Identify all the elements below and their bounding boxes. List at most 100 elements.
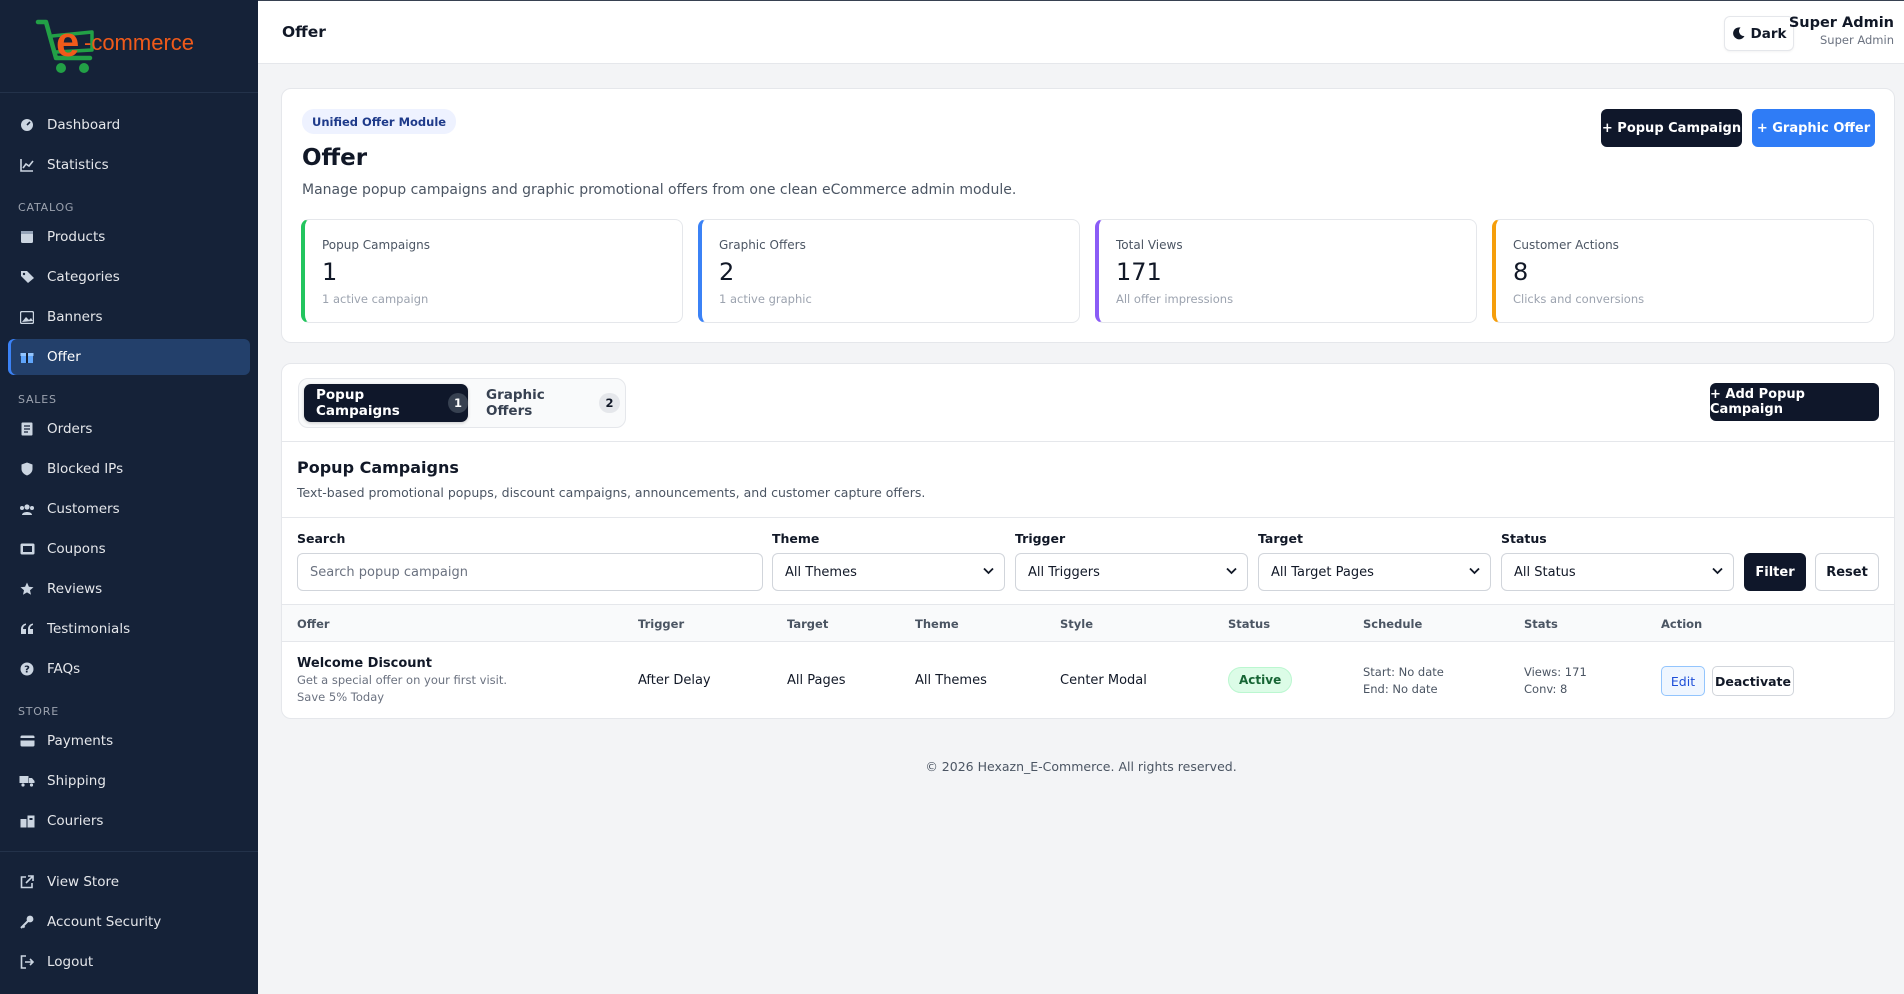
nav-section-store: STORE [18, 705, 59, 718]
sidebar-item-categories[interactable]: Categories [8, 259, 250, 295]
chart-icon [18, 156, 36, 174]
sidebar-item-orders[interactable]: Orders [8, 411, 250, 447]
sidebar-item-offer[interactable]: Offer [8, 339, 250, 375]
chevron-down-icon [1226, 567, 1237, 575]
truck-icon [18, 772, 36, 790]
nav-section-sales: SALES [18, 393, 57, 406]
page-title: Offer [282, 23, 326, 41]
column-header-style: Style [1060, 617, 1094, 631]
sidebar-item-label: Customers [47, 501, 120, 517]
card-icon [18, 732, 36, 750]
building-icon [18, 812, 36, 830]
tab-label: Popup Campaigns [316, 387, 400, 419]
stat-card-customer-actions: Customer Actions 8 Clicks and conversion… [1492, 219, 1874, 323]
user-role: Super Admin [1820, 33, 1894, 47]
sidebar-item-label: Couriers [47, 813, 104, 829]
sidebar-item-logout[interactable]: Logout [8, 944, 250, 980]
chevron-down-icon [983, 567, 994, 575]
key-icon [18, 913, 36, 931]
sidebar-item-couriers[interactable]: Couriers [8, 803, 250, 839]
sidebar-item-statistics[interactable]: Statistics [8, 147, 250, 183]
sidebar-item-banners[interactable]: Banners [8, 299, 250, 335]
module-badge: Unified Offer Module [302, 109, 457, 134]
target-select-value: All Target Pages [1271, 564, 1374, 580]
status-badge: Active [1228, 667, 1293, 693]
topbar: Offer Dark Super Admin Super Admin [258, 0, 1904, 64]
chevron-down-icon [1469, 567, 1480, 575]
sidebar-item-account-security[interactable]: Account Security [8, 904, 250, 940]
sidebar-item-dashboard[interactable]: Dashboard [8, 107, 250, 143]
moon-icon [1732, 27, 1745, 40]
sidebar-item-label: Orders [47, 421, 93, 437]
graphic-offer-button[interactable]: + Graphic Offer [1752, 109, 1875, 147]
search-input[interactable]: Search popup campaign [297, 553, 763, 591]
target-select[interactable]: All Target Pages [1258, 553, 1491, 591]
sidebar-item-coupons[interactable]: Coupons [8, 531, 250, 567]
stat-subtext: Clicks and conversions [1513, 292, 1645, 306]
sidebar-item-label: Offer [47, 349, 81, 365]
stat-label: Popup Campaigns [322, 238, 431, 252]
sidebar-item-label: Categories [47, 269, 120, 285]
dark-mode-label: Dark [1750, 25, 1787, 42]
ticket-icon [18, 540, 36, 558]
trigger-label: Trigger [1015, 531, 1066, 546]
stat-subtext: 1 active graphic [719, 292, 812, 306]
stat-card-total-views: Total Views 171 All offer impressions [1095, 219, 1477, 323]
image-icon [18, 308, 36, 326]
stats-views: Views: 171 [1524, 665, 1587, 679]
sidebar-item-view-store[interactable]: View Store [8, 864, 250, 900]
sidebar-item-shipping[interactable]: Shipping [8, 763, 250, 799]
reset-button[interactable]: Reset [1815, 553, 1879, 591]
column-header-status: Status [1228, 617, 1271, 631]
section-subtitle: Text-based promotional popups, discount … [297, 485, 926, 500]
status-select-value: All Status [1514, 564, 1576, 580]
theme-select[interactable]: All Themes [772, 553, 1005, 591]
dark-mode-toggle[interactable]: Dark [1724, 16, 1794, 51]
target-cell: All Pages [787, 673, 846, 688]
stat-value: 171 [1116, 258, 1162, 286]
deactivate-button[interactable]: Deactivate [1712, 666, 1794, 696]
logo-letter-e: e [56, 18, 79, 65]
sidebar-item-payments[interactable]: Payments [8, 723, 250, 759]
shield-icon [18, 460, 36, 478]
sidebar-item-faqs[interactable]: ? FAQs [8, 651, 250, 687]
edit-button[interactable]: Edit [1661, 666, 1705, 696]
filter-button[interactable]: Filter [1744, 553, 1806, 591]
search-label: Search [297, 531, 346, 546]
column-header-schedule: Schedule [1363, 617, 1423, 631]
theme-label: Theme [772, 531, 820, 546]
sidebar-item-testimonials[interactable]: Testimonials [8, 611, 250, 647]
stats-conversions: Conv: 8 [1524, 682, 1568, 696]
sidebar-item-products[interactable]: Products [8, 219, 250, 255]
tab-count-badge: 2 [598, 393, 620, 413]
brand-logo[interactable]: e -commerce [0, 0, 258, 93]
campaigns-card: Popup Campaigns 1 Graphic Offers 2 + Add… [281, 363, 1895, 719]
trigger-select[interactable]: All Triggers [1015, 553, 1248, 591]
sidebar-item-label: Payments [47, 733, 114, 749]
divider [282, 517, 1894, 518]
add-popup-campaign-button[interactable]: + Add Popup Campaign [1710, 383, 1879, 421]
column-header-theme: Theme [915, 617, 959, 631]
sidebar-item-blocked-ips[interactable]: Blocked IPs [8, 451, 250, 487]
theme-select-value: All Themes [785, 564, 857, 580]
tab-graphic-offers[interactable]: Graphic Offers 2 [474, 384, 620, 422]
user-menu[interactable]: Super Admin Super Admin [1789, 15, 1894, 47]
table-header: Offer Trigger Target Theme Style Status … [282, 604, 1894, 642]
column-header-trigger: Trigger [638, 617, 685, 631]
sidebar-item-label: Products [47, 229, 106, 245]
divider [282, 441, 1894, 442]
sidebar-item-label: Dashboard [47, 117, 121, 133]
stat-label: Total Views [1116, 238, 1183, 252]
status-select[interactable]: All Status [1501, 553, 1734, 591]
sidebar-item-customers[interactable]: Customers [8, 491, 250, 527]
cart-logo-icon: e -commerce [35, 18, 194, 73]
schedule-start: Start: No date [1363, 665, 1444, 679]
offer-description: Manage popup campaigns and graphic promo… [302, 182, 1017, 198]
tab-popup-campaigns[interactable]: Popup Campaigns 1 [304, 384, 468, 422]
external-link-icon [18, 873, 36, 891]
column-header-offer: Offer [297, 617, 330, 631]
gift-icon [18, 348, 36, 366]
popup-campaign-button[interactable]: + Popup Campaign [1601, 109, 1742, 147]
sidebar-item-label: Logout [47, 954, 94, 970]
sidebar-item-reviews[interactable]: Reviews [8, 571, 250, 607]
